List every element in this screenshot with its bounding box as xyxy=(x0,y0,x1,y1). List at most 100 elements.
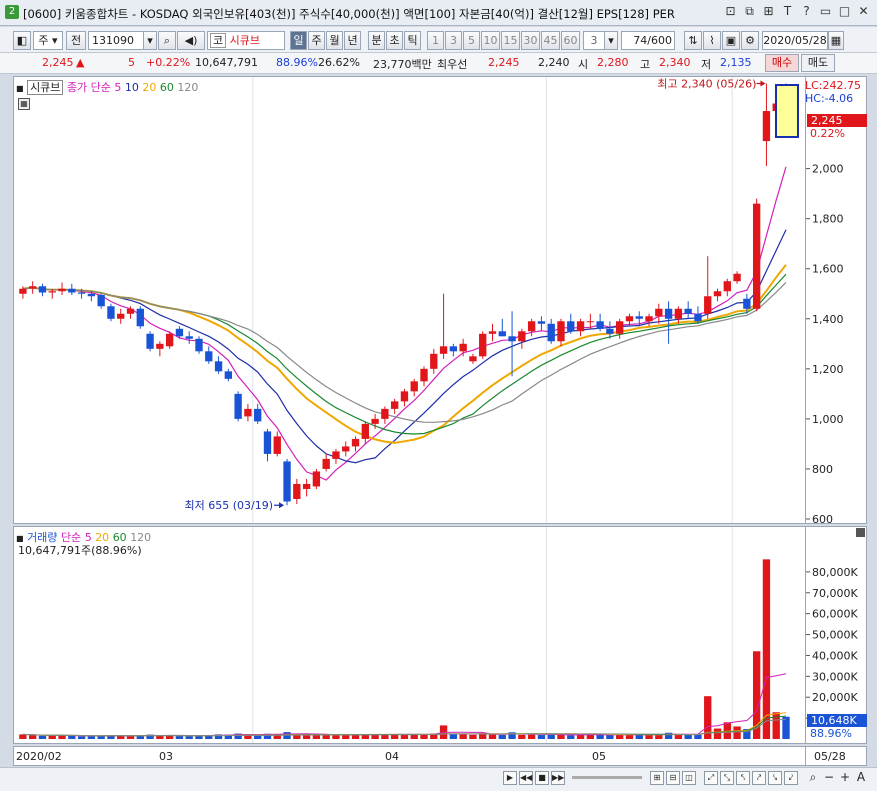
stock-name-field[interactable]: 코 시큐브 xyxy=(207,31,285,50)
volume-bar xyxy=(400,734,409,739)
calendar-icon[interactable]: ▦ xyxy=(828,31,844,50)
help-icon[interactable]: T xyxy=(780,4,795,19)
zoom-out-icon[interactable]: − xyxy=(822,771,836,785)
speaker-icon[interactable]: ◀) xyxy=(177,31,205,50)
prev-button[interactable]: 전 xyxy=(66,31,86,50)
candle-body xyxy=(762,111,771,142)
maximize-icon[interactable]: □ xyxy=(837,4,852,19)
code-dropdown-icon[interactable]: ▾ xyxy=(143,31,157,50)
volume-chart-pane[interactable]: ■ 거래량 단순 5 20 60 120 10,647,791주(88.96%) xyxy=(13,526,806,744)
stock-code-input[interactable]: 131090 xyxy=(88,31,144,50)
search-icon[interactable]: ⌕ xyxy=(158,31,176,50)
close-icon[interactable]: ✕ xyxy=(856,4,871,19)
date-input[interactable]: 2020/05/28 xyxy=(762,31,828,50)
window-number-badge: 2 xyxy=(5,5,19,19)
price-chart-pane[interactable]: 최고 2,340 (05/26) 최저 655 (03/19) ■ 시큐브 종가 … xyxy=(13,76,806,524)
minute-option-10[interactable]: 10 xyxy=(481,31,500,50)
volume-chart-canvas[interactable] xyxy=(14,527,805,743)
ma20-line xyxy=(22,264,787,444)
ma10-label: 10 xyxy=(124,81,139,94)
low-label: 저 xyxy=(701,58,712,71)
minute-option-45[interactable]: 45 xyxy=(541,31,560,50)
scroll-slider[interactable] xyxy=(572,776,642,779)
settings-gear-icon[interactable]: ⚙ xyxy=(741,31,759,50)
zoom-search-icon[interactable]: ⌕ xyxy=(806,771,820,785)
text-tool-icon[interactable]: A xyxy=(854,771,868,785)
restore-icon[interactable]: ⊡ xyxy=(723,4,738,19)
candle-body xyxy=(332,451,340,459)
interval-tick[interactable]: 틱 xyxy=(404,31,421,50)
price-chart-canvas[interactable]: 최고 2,340 (05/26) 최저 655 (03/19) xyxy=(14,77,805,523)
interval-month[interactable]: 월 xyxy=(326,31,343,50)
grid-toggle-icon[interactable]: ▦ xyxy=(18,98,30,110)
tool-a-icon[interactable]: ⊞ xyxy=(650,771,664,785)
interval-second[interactable]: 초 xyxy=(386,31,403,50)
tile-icon[interactable]: ⧉ xyxy=(742,4,757,19)
price-tick-label: 1,000 xyxy=(812,413,844,426)
tool-g-icon[interactable]: ⤤ xyxy=(752,771,766,785)
ma60-line xyxy=(22,273,787,435)
tool-e-icon[interactable]: ⤡ xyxy=(720,771,734,785)
interval-year[interactable]: 년 xyxy=(344,31,361,50)
window-controls: ⊡ ⧉ ⊞ T ? ▭ □ ✕ xyxy=(723,4,871,19)
interval-minute[interactable]: 분 xyxy=(368,31,385,50)
x-label-apr: 04 xyxy=(385,750,399,763)
interval-day[interactable]: 일 xyxy=(290,31,307,50)
layout-icon[interactable]: ◧ xyxy=(13,31,31,50)
tool-c-icon[interactable]: ◫ xyxy=(682,771,696,785)
candle-body xyxy=(645,316,653,322)
rewind-icon[interactable]: ◀◀ xyxy=(519,771,533,785)
candle-body xyxy=(430,353,438,369)
scroll-right-icon[interactable]: ▶ xyxy=(503,771,517,785)
x-label-may: 05 xyxy=(592,750,606,763)
volume-bar xyxy=(547,734,555,739)
tool-i-icon[interactable]: ⤦ xyxy=(784,771,798,785)
price-tick-label: 1,600 xyxy=(812,263,844,276)
volume-bar xyxy=(469,734,477,739)
candle-body xyxy=(635,316,643,319)
pin-icon[interactable]: ⊞ xyxy=(761,4,776,19)
tool-d-icon[interactable]: ⤢ xyxy=(704,771,718,785)
volume-bar xyxy=(185,736,193,739)
price-legend-name[interactable]: 시큐브 xyxy=(27,80,64,95)
minute-option-1[interactable]: 1 xyxy=(427,31,444,50)
fast-forward-icon[interactable]: ▶▶ xyxy=(551,771,565,785)
minute-option-15[interactable]: 15 xyxy=(501,31,520,50)
tick-dropdown-icon[interactable]: ▾ xyxy=(604,31,618,50)
candle-body xyxy=(136,308,144,327)
zoom-in-icon[interactable]: + xyxy=(838,771,852,785)
tool-f-icon[interactable]: ⤣ xyxy=(736,771,750,785)
stop-icon[interactable]: ■ xyxy=(535,771,549,785)
candle-tool-icon[interactable]: ⇅ xyxy=(684,31,702,50)
ma20-label: 20 xyxy=(142,81,157,94)
volume-bar xyxy=(48,735,56,739)
candle-body xyxy=(449,346,458,352)
candle-body xyxy=(273,436,281,454)
minute-option-3[interactable]: 3 xyxy=(445,31,462,50)
candle-body xyxy=(224,371,233,379)
period-select[interactable]: 주 ▾ xyxy=(33,31,63,50)
tool-b-icon[interactable]: ⊟ xyxy=(666,771,680,785)
bid-price: 2,240 xyxy=(538,56,570,69)
buy-button[interactable]: 매수 xyxy=(765,54,799,72)
candle-body xyxy=(234,393,242,419)
tick-value-input[interactable]: 3 xyxy=(583,31,605,50)
minute-option-30[interactable]: 30 xyxy=(521,31,540,50)
candle-body xyxy=(254,408,262,422)
line-tool-icon[interactable]: ⌇ xyxy=(703,31,721,50)
candle-body xyxy=(684,308,692,314)
hc-label: HC:-4.06 xyxy=(805,92,854,105)
question-icon[interactable]: ? xyxy=(799,4,814,19)
tool-h-icon[interactable]: ⤥ xyxy=(768,771,782,785)
count-field[interactable]: 74/600 xyxy=(621,31,675,50)
pane-close-icon[interactable] xyxy=(856,528,865,537)
minute-option-60[interactable]: 60 xyxy=(561,31,580,50)
minute-option-5[interactable]: 5 xyxy=(463,31,480,50)
sell-button[interactable]: 매도 xyxy=(801,54,835,72)
save-icon[interactable]: ▣ xyxy=(722,31,740,50)
high-label: 고 xyxy=(640,58,651,71)
candle-body xyxy=(508,336,516,342)
chart-toolbar: ◧ 주 ▾ 전 131090 ▾ ⌕ ◀) 코 시큐브 일 주 월 년 분 초 … xyxy=(0,27,877,53)
interval-week[interactable]: 주 xyxy=(308,31,325,50)
minimize-icon[interactable]: ▭ xyxy=(818,4,833,19)
